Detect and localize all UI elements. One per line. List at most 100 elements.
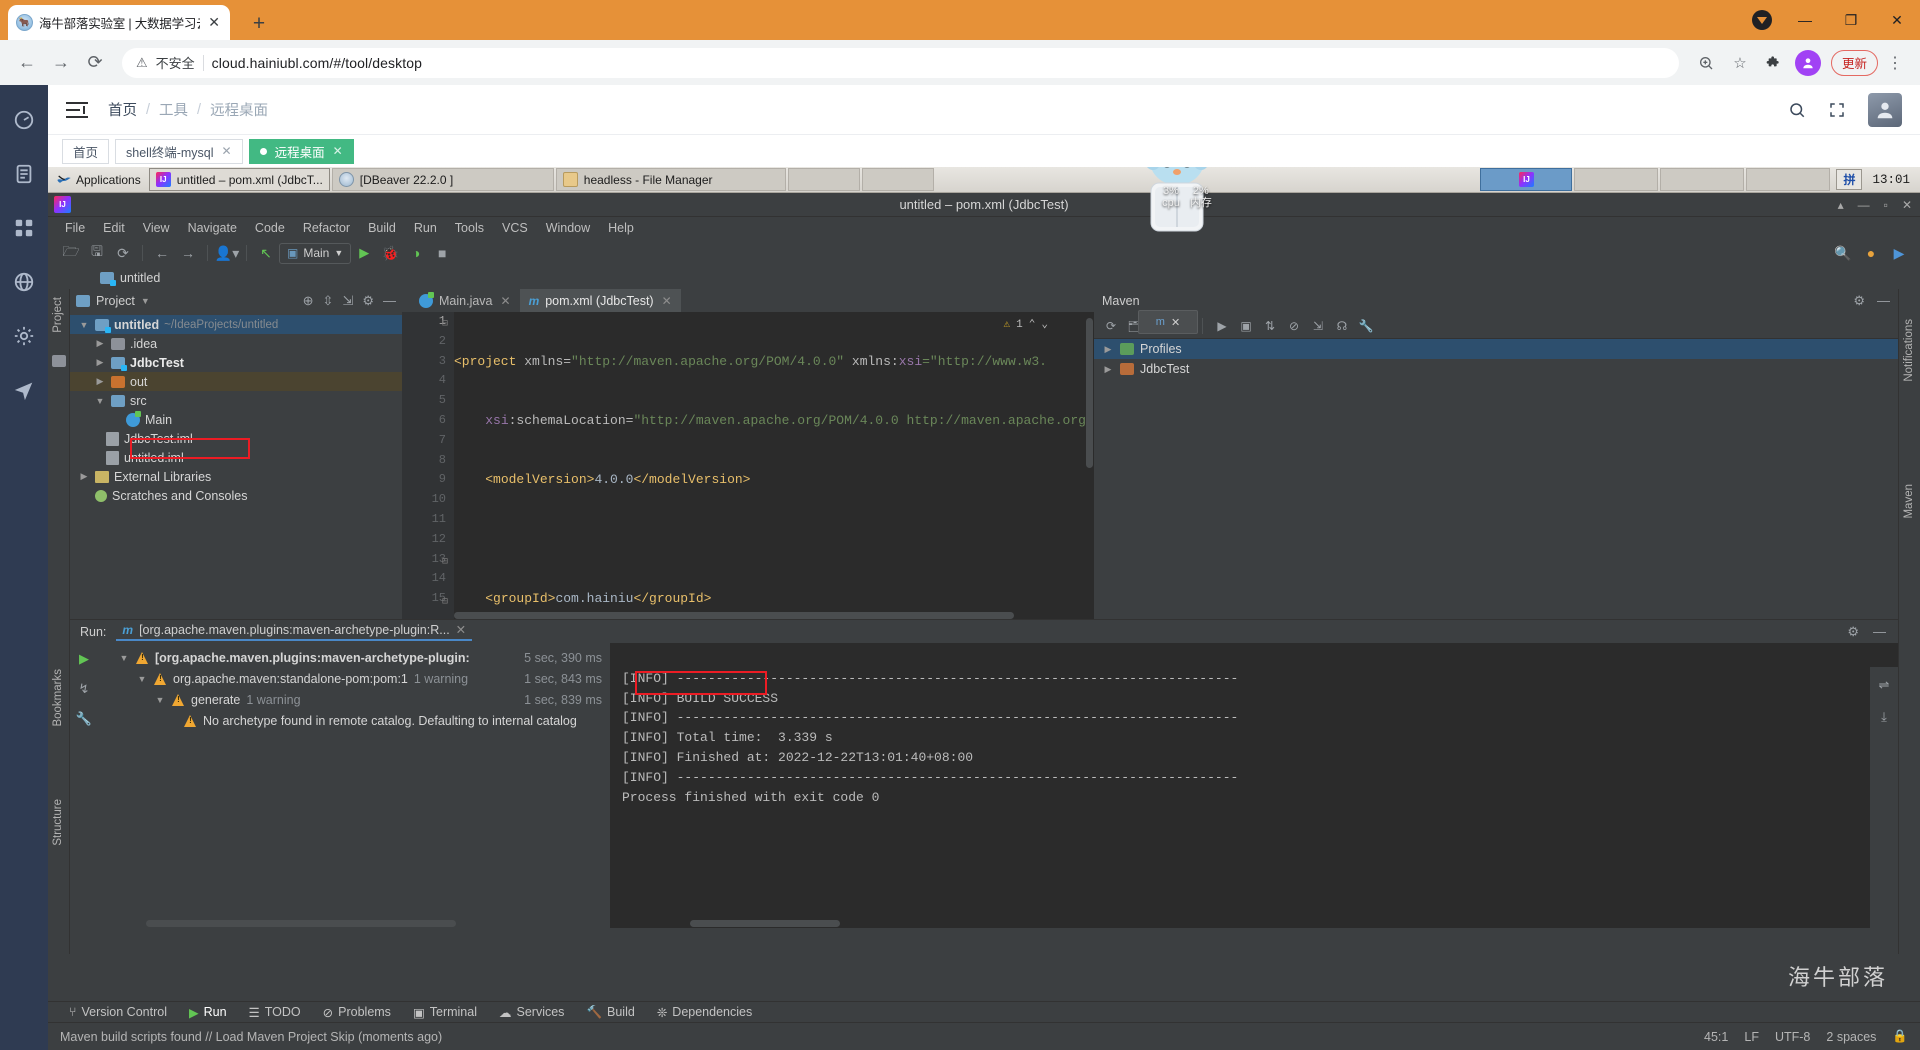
menu-run[interactable]: Run <box>405 221 446 235</box>
remote-desktop-viewport[interactable]: Applications untitled – pom.xml (JdbcT..… <box>48 167 1920 1050</box>
editor-tab-close-icon[interactable]: ✕ <box>662 294 672 308</box>
window-minimize-button[interactable]: — <box>1782 12 1828 28</box>
tool-button-structure[interactable]: Structure <box>52 799 64 846</box>
window-shade-icon[interactable]: ▴ <box>1838 198 1844 212</box>
menu-window[interactable]: Window <box>537 221 599 235</box>
editor-code-lines[interactable]: <project xmlns="http://maven.apache.org/… <box>454 312 1094 619</box>
app-tab-close-icon[interactable]: ✕ <box>333 144 343 158</box>
taskbar-item-empty[interactable] <box>1660 168 1744 191</box>
menu-view[interactable]: View <box>134 221 179 235</box>
tree-row-jdbctest-iml[interactable]: JdbcTest.iml <box>70 429 402 448</box>
app-tab-shell-mysql[interactable]: shell终端-mysql ✕ <box>115 139 243 164</box>
run-tab[interactable]: m [org.apache.maven.plugins:maven-archet… <box>116 622 472 641</box>
forward-icon[interactable]: → <box>175 241 201 265</box>
editor-tab-close-icon[interactable]: ✕ <box>501 294 511 308</box>
indent-setting[interactable]: 2 spaces <box>1826 1030 1876 1044</box>
scrollbar-thumb[interactable] <box>454 612 1014 619</box>
scrollbar-thumb[interactable] <box>146 920 456 927</box>
dashboard-icon[interactable] <box>11 107 37 133</box>
tool-button-notifications[interactable]: Notifications <box>1903 319 1915 382</box>
search-everywhere-icon[interactable]: 🔍 <box>1830 241 1856 265</box>
gear-icon[interactable]: ⚙ <box>362 293 374 309</box>
execute-goal-icon[interactable]: ▣ <box>1235 315 1257 337</box>
taskbar-item-dbeaver[interactable]: [DBeaver 22.2.0 ] <box>332 168 554 191</box>
tool-button-maven[interactable]: Maven <box>1903 484 1915 519</box>
locate-icon[interactable]: ⊕ <box>303 293 314 309</box>
debug-icon[interactable]: 🐞 <box>377 241 403 265</box>
tool-button-dependencies[interactable]: ❊Dependencies <box>646 1005 763 1020</box>
send-icon[interactable] <box>11 377 37 403</box>
app-tab-home[interactable]: 首页 <box>62 139 109 164</box>
breadcrumb-item-tools[interactable]: 工具 <box>159 99 188 120</box>
build-tree-row[interactable]: No archetype found in remote catalog. De… <box>98 710 610 731</box>
build-tree-row[interactable]: ▼ generate 1 warning 1 sec, 839 ms <box>98 689 610 710</box>
tool-button-terminal[interactable]: ▣Terminal <box>402 1005 488 1020</box>
app-tab-close-icon[interactable]: ✕ <box>222 144 232 158</box>
zoom-search-icon[interactable] <box>1691 48 1721 78</box>
navbar-project-label[interactable]: untitled <box>120 271 160 285</box>
tool-button-project[interactable]: Project <box>52 297 64 333</box>
gear-icon[interactable]: ⚙ <box>1847 624 1859 640</box>
back-icon[interactable]: ← <box>12 48 42 78</box>
gear-icon[interactable]: ⚙ <box>1853 293 1865 309</box>
ide-run-icon[interactable]: ▶ <box>1886 241 1912 265</box>
tree-row-external-libraries[interactable]: ▶ External Libraries <box>70 467 402 486</box>
window-close-button[interactable]: ✕ <box>1874 12 1920 29</box>
close-icon[interactable]: ✕ <box>1171 316 1180 329</box>
chevron-down-icon[interactable]: ▼ <box>136 674 148 684</box>
toggle-auto-scroll-icon[interactable]: ↯ <box>79 681 90 697</box>
window-close-icon[interactable]: ✕ <box>1902 198 1912 212</box>
kebab-menu-icon[interactable]: ⋮ <box>1882 53 1908 73</box>
tree-row-jdbctest[interactable]: ▶ JdbcTest <box>70 353 402 372</box>
ime-indicator-icon[interactable]: 拼 <box>1836 169 1862 190</box>
build-tree-row[interactable]: ▼ org.apache.maven:standalone-pom:pom:1 … <box>98 668 610 689</box>
taskbar-item-minimized-intellij[interactable] <box>1480 168 1572 191</box>
scrollbar-thumb[interactable] <box>690 920 840 927</box>
menu-edit[interactable]: Edit <box>94 221 134 235</box>
breadcrumb-item-home[interactable]: 首页 <box>108 99 137 120</box>
window-maximize-button[interactable]: ❐ <box>1828 12 1874 29</box>
window-minimize-icon[interactable]: — <box>1858 198 1870 212</box>
tools-icon[interactable] <box>11 323 37 349</box>
address-bar[interactable]: ⚠ 不安全 cloud.hainiubl.com/#/tool/desktop <box>122 48 1679 78</box>
folder-icon[interactable] <box>52 355 66 367</box>
console-horizontal-scrollbar[interactable] <box>650 920 1898 928</box>
caret-position[interactable]: 45:1 <box>1704 1030 1728 1044</box>
rerun-icon[interactable]: ▶ <box>79 651 89 667</box>
chevron-down-icon[interactable]: ▼ <box>94 396 106 406</box>
tab-close-icon[interactable]: ✕ <box>206 14 222 31</box>
editor-horizontal-scrollbar[interactable] <box>454 612 1084 619</box>
tool-button-services[interactable]: ☁Services <box>488 1005 575 1020</box>
new-tab-button[interactable]: + <box>246 10 272 36</box>
profile-avatar[interactable] <box>1793 48 1823 78</box>
build-console-output[interactable]: [INFO] ---------------------------------… <box>610 643 1898 928</box>
lock-icon[interactable]: 🔒 <box>1892 1029 1908 1044</box>
project-tree[interactable]: ▼ untitled ~/IdeaProjects/untitled ▶ .id… <box>70 313 402 505</box>
editor-gutter[interactable]: 1 2 3 4 5 6 7 8 9 10 11 12 13 <box>402 312 454 619</box>
maven-settings-icon[interactable]: 🔧 <box>1355 315 1377 337</box>
taskbar-item-empty[interactable] <box>862 168 934 191</box>
menu-vcs[interactable]: VCS <box>493 221 537 235</box>
expand-all-icon[interactable]: ⇳ <box>323 293 334 309</box>
chevron-right-icon[interactable]: ▶ <box>78 471 90 482</box>
run-tab-close-icon[interactable]: ✕ <box>456 622 466 637</box>
tree-row-untitled-iml[interactable]: untitled.iml <box>70 448 402 467</box>
tool-button-run[interactable]: ▶Run <box>178 1005 238 1020</box>
chevron-down-icon[interactable]: ▼ <box>118 653 130 663</box>
run-configuration-selector[interactable]: ▣ Main ▼ <box>279 243 351 264</box>
star-icon[interactable]: ☆ <box>1725 48 1755 78</box>
editor-inspection-badge[interactable]: ⚠ 1 ⌃ ⌄ <box>1004 316 1048 336</box>
menu-collapse-icon[interactable] <box>66 102 88 118</box>
collapse-all-icon[interactable]: ⇲ <box>342 293 353 309</box>
hide-icon[interactable]: — <box>383 293 396 309</box>
back-icon[interactable]: ← <box>149 241 175 265</box>
save-all-icon[interactable]: 🖫 <box>84 241 110 265</box>
chevron-down-icon[interactable]: ⌄ <box>1041 316 1048 336</box>
tool-button-build[interactable]: 🔨Build <box>575 1005 645 1020</box>
settings-wrench-icon[interactable]: 🔧 <box>76 711 92 727</box>
applications-menu-button[interactable]: Applications <box>48 167 149 193</box>
menu-help[interactable]: Help <box>599 221 643 235</box>
tree-row-src[interactable]: ▼ src <box>70 391 402 410</box>
run-build-tree[interactable]: ▼ [org.apache.maven.plugins:maven-archet… <box>98 643 610 928</box>
maven-node-profiles[interactable]: ▶ Profiles <box>1094 339 1898 359</box>
